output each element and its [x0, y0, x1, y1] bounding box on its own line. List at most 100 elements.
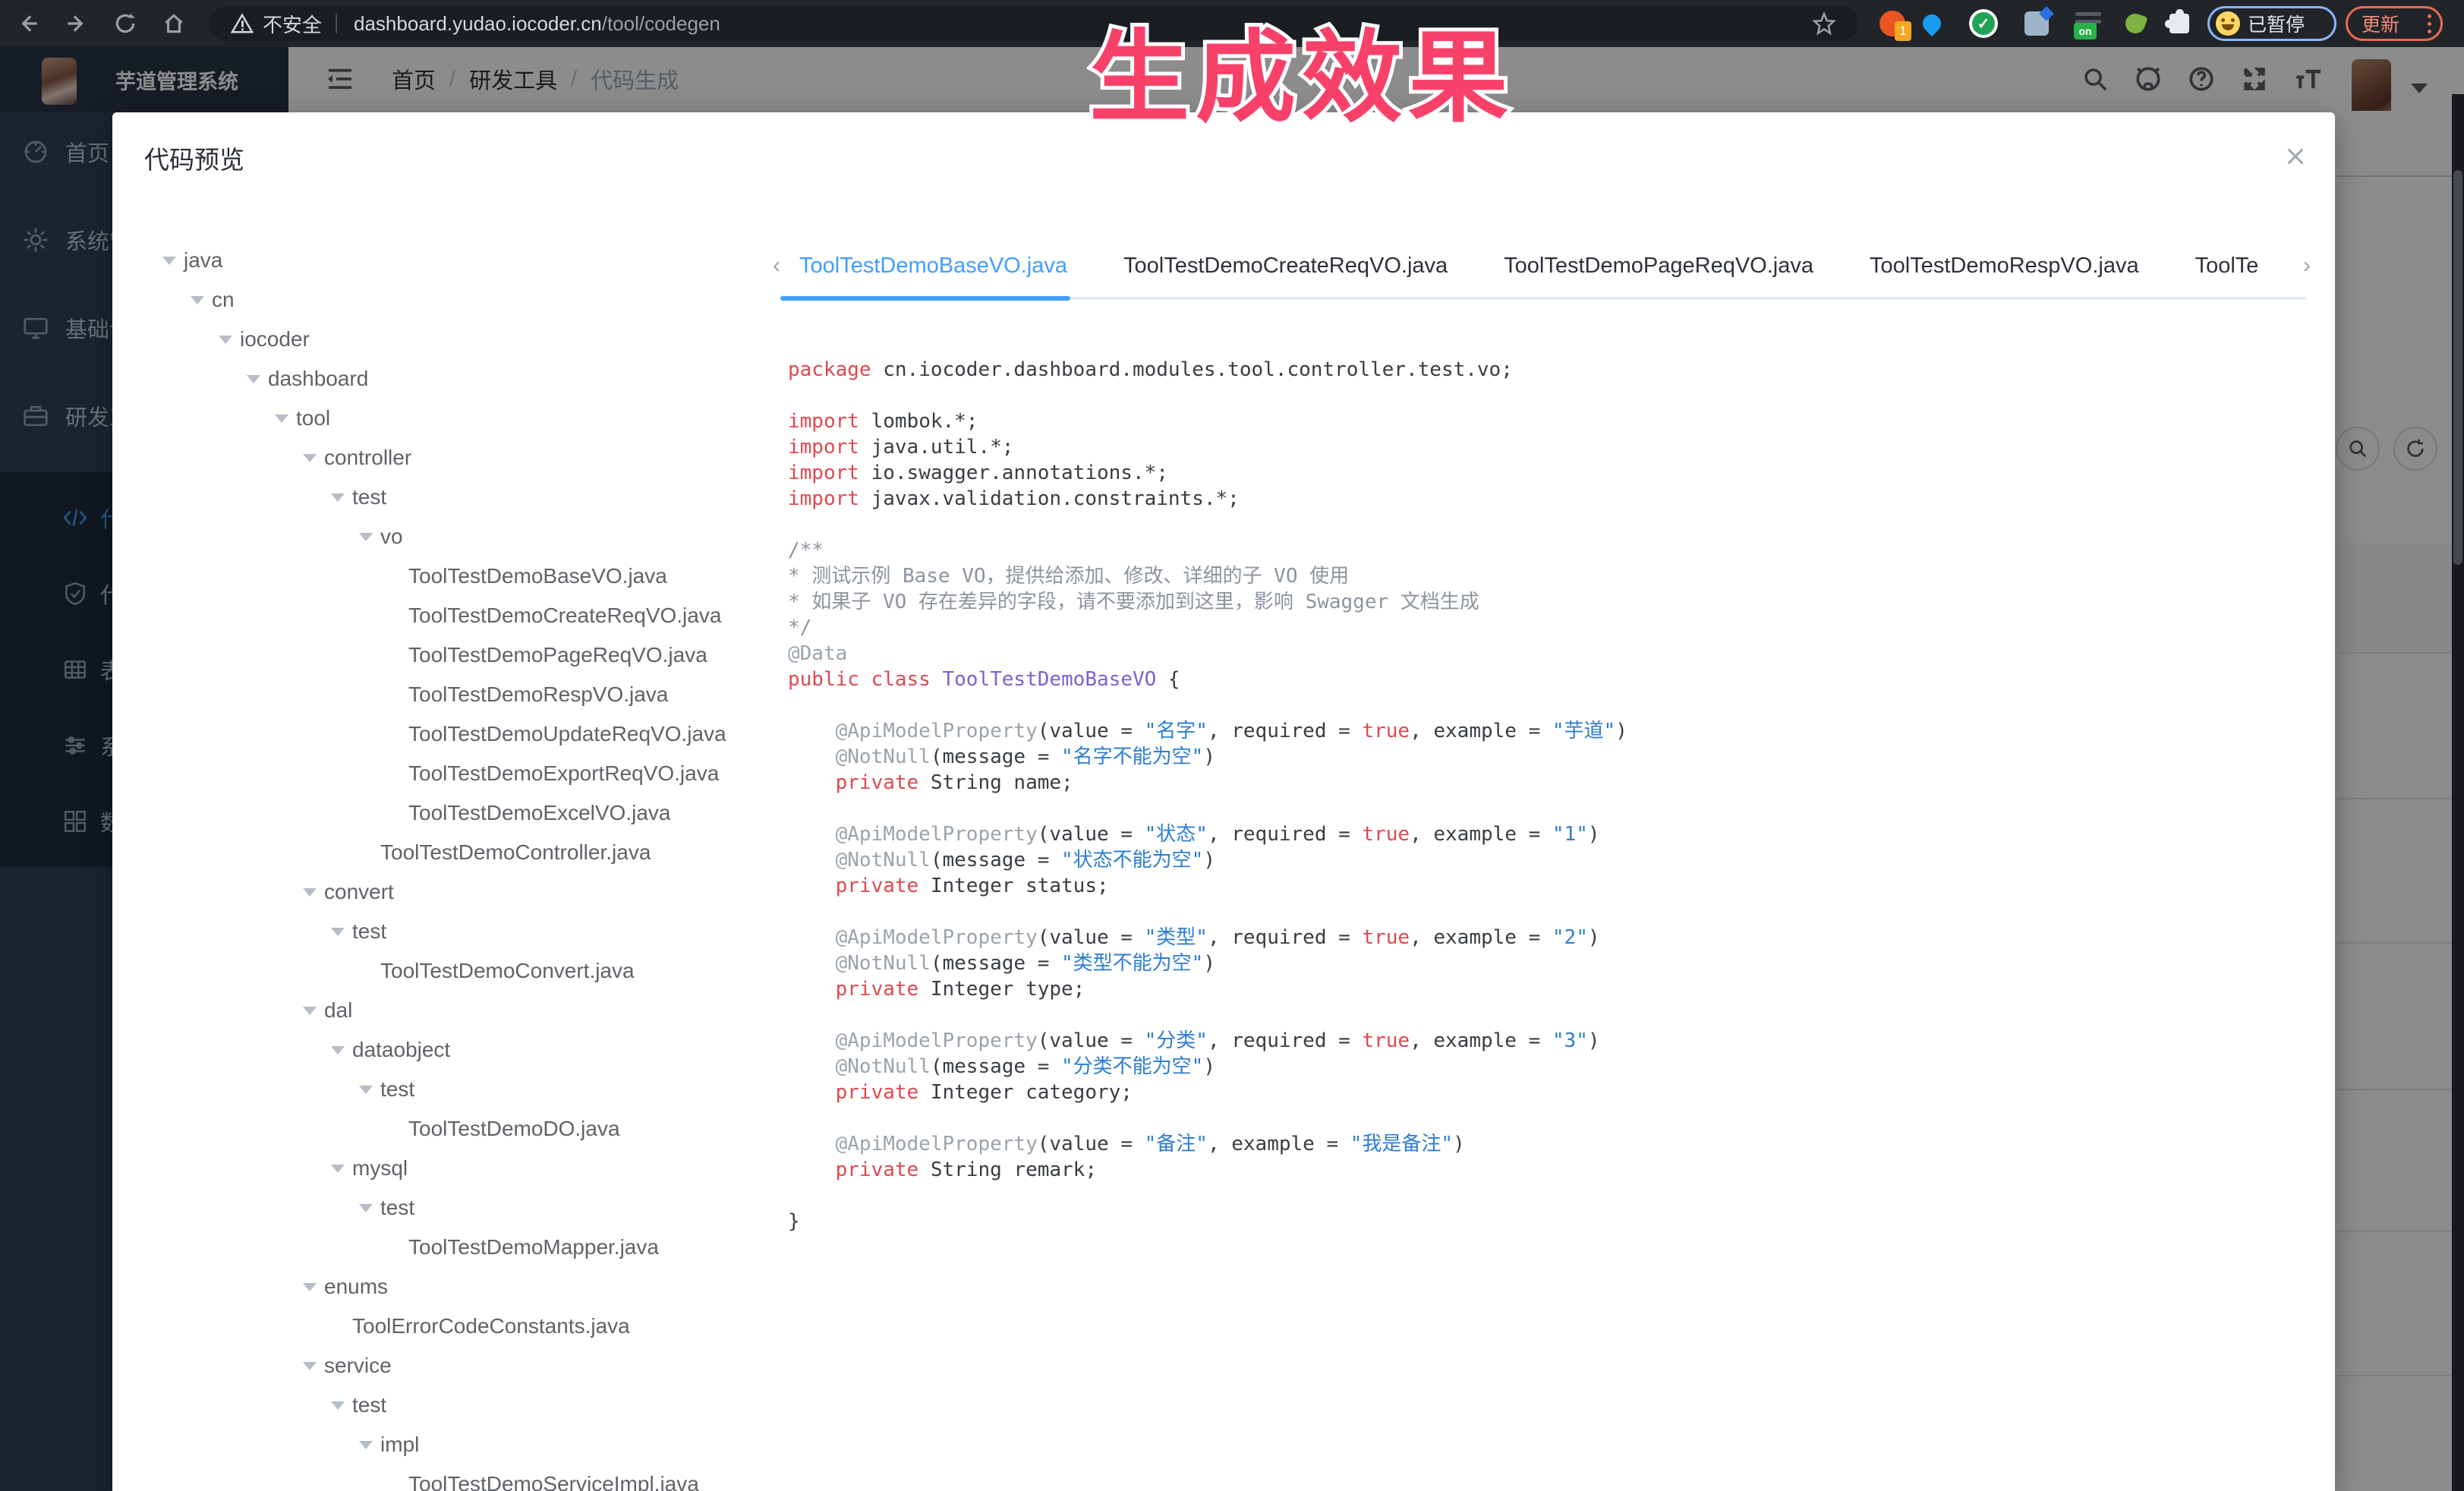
- scrollbar-thumb[interactable]: [2453, 170, 2462, 565]
- tree-folder-item[interactable]: mysql: [112, 1149, 773, 1188]
- tree-file-item[interactable]: ToolTestDemoRespVO.java: [112, 675, 773, 714]
- tree-caret-icon: [387, 612, 408, 620]
- tree-caret-icon[interactable]: [247, 375, 268, 383]
- code-line: private String remark;: [788, 1157, 2321, 1183]
- tree-folder-item[interactable]: impl: [112, 1425, 773, 1464]
- tree-file-item[interactable]: ToolTestDemoController.java: [112, 833, 773, 872]
- tree-caret-icon[interactable]: [303, 454, 324, 462]
- extension-orange-icon[interactable]: 1: [1876, 8, 1908, 39]
- tree-caret-icon[interactable]: [331, 928, 352, 936]
- extension-green-icon[interactable]: ✓: [1968, 8, 1999, 39]
- tree-item-label: dataobject: [352, 1038, 450, 1062]
- tree-caret-icon[interactable]: [359, 533, 380, 541]
- bookmark-star-icon[interactable]: [1811, 11, 1837, 42]
- close-icon[interactable]: [2282, 143, 2309, 170]
- code-line: [788, 1002, 2321, 1028]
- tree-caret-icon[interactable]: [359, 1204, 380, 1212]
- tree-folder-item[interactable]: dal: [112, 991, 773, 1030]
- tree-folder-item[interactable]: test: [112, 912, 773, 951]
- tree-folder-item[interactable]: test: [112, 478, 773, 517]
- tree-folder-item[interactable]: vo: [112, 517, 773, 556]
- tab-file[interactable]: ToolTestDemoBaseVO.java: [799, 243, 1067, 288]
- tree-file-item[interactable]: ToolTestDemoCreateReqVO.java: [112, 596, 773, 635]
- tab-file[interactable]: ToolTestDemoCreateReqVO.java: [1123, 243, 1448, 288]
- tree-caret-icon[interactable]: [331, 1046, 352, 1054]
- tree-folder-item[interactable]: cn: [112, 280, 773, 320]
- reload-icon[interactable]: [109, 8, 141, 39]
- tree-item-label: ToolTestDemoBaseVO.java: [408, 564, 667, 588]
- code-line: import io.swagger.annotations.*;: [788, 460, 2321, 486]
- tree-file-item[interactable]: ToolTestDemoUpdateReqVO.java: [112, 714, 773, 754]
- tree-caret-icon[interactable]: [162, 257, 184, 265]
- tree-file-item[interactable]: ToolTestDemoDO.java: [112, 1109, 773, 1149]
- tree-folder-item[interactable]: dataobject: [112, 1030, 773, 1070]
- code-line: * 测试示例 Base VO，提供给添加、修改、详细的子 VO 使用: [788, 563, 2321, 589]
- tree-folder-item[interactable]: controller: [112, 438, 773, 478]
- code-line: [788, 383, 2321, 408]
- tree-file-item[interactable]: ToolTestDemoMapper.java: [112, 1228, 773, 1267]
- tree-folder-item[interactable]: test: [112, 1385, 773, 1425]
- extension-gray-icon[interactable]: [2021, 8, 2053, 39]
- tree-caret-icon[interactable]: [275, 415, 296, 423]
- tree-file-item[interactable]: ToolErrorCodeConstants.java: [112, 1307, 773, 1346]
- code-viewer[interactable]: package cn.iocoder.dashboard.modules.too…: [788, 357, 2321, 1480]
- tree-file-item[interactable]: ToolTestDemoExportReqVO.java: [112, 754, 773, 793]
- tree-caret-icon[interactable]: [331, 1165, 352, 1173]
- tabs-scroll-right-icon[interactable]: ›: [2303, 243, 2311, 288]
- tree-file-item[interactable]: ToolTestDemoConvert.java: [112, 951, 773, 991]
- tree-item-label: test: [352, 1393, 386, 1417]
- tree-folder-item[interactable]: tool: [112, 399, 773, 438]
- tab-file[interactable]: ToolTestDemoRespVO.java: [1870, 243, 2139, 288]
- tree-item-label: controller: [324, 446, 411, 470]
- tree-file-item[interactable]: ToolTestDemoExcelVO.java: [112, 793, 773, 833]
- tree-item-label: enums: [324, 1275, 388, 1299]
- tree-file-item[interactable]: ToolTestDemoPageReqVO.java: [112, 635, 773, 675]
- tree-folder-item[interactable]: convert: [112, 872, 773, 912]
- tree-caret-icon[interactable]: [303, 1283, 324, 1291]
- tree-caret-icon: [387, 691, 408, 699]
- home-icon[interactable]: [158, 8, 190, 39]
- code-line: public class ToolTestDemoBaseVO {: [788, 667, 2321, 692]
- tree-caret-icon[interactable]: [303, 888, 324, 897]
- tabs-active-underline: [780, 296, 1070, 301]
- browser-update-button[interactable]: 更新: [2346, 6, 2443, 41]
- browser-menu-icon[interactable]: [2428, 14, 2431, 33]
- tree-caret-icon[interactable]: [303, 1007, 324, 1015]
- tree-folder-item[interactable]: test: [112, 1188, 773, 1228]
- tree-item-label: ToolTestDemoExportReqVO.java: [408, 761, 719, 786]
- extension-on-icon[interactable]: on: [2072, 8, 2104, 39]
- tab-file[interactable]: ToolTe: [2195, 243, 2259, 288]
- code-line: }: [788, 1209, 2321, 1234]
- tree-caret-icon[interactable]: [303, 1362, 324, 1370]
- extension-pin-icon[interactable]: [1916, 8, 1948, 39]
- tab-file[interactable]: ToolTestDemoPageReqVO.java: [1504, 243, 1813, 288]
- extensions-puzzle-icon[interactable]: [2163, 8, 2195, 39]
- tree-item-label: ToolTestDemoController.java: [380, 840, 651, 865]
- warning-icon[interactable]: [231, 12, 254, 35]
- tree-caret-icon[interactable]: [359, 1441, 380, 1449]
- tree-caret-icon[interactable]: [331, 1401, 352, 1410]
- tree-caret-icon[interactable]: [331, 493, 352, 502]
- tree-caret-icon[interactable]: [191, 296, 212, 304]
- profile-paused-badge[interactable]: 已暂停: [2207, 6, 2336, 41]
- tree-folder-item[interactable]: enums: [112, 1267, 773, 1307]
- tree-folder-item[interactable]: dashboard: [112, 359, 773, 399]
- code-line: [788, 1105, 2321, 1131]
- tree-file-item[interactable]: ToolTestDemoServiceImpl.java: [112, 1464, 773, 1491]
- forward-icon[interactable]: [61, 8, 93, 39]
- code-line: [788, 1183, 2321, 1209]
- tree-file-item[interactable]: ToolTestDemoBaseVO.java: [112, 556, 773, 596]
- tree-folder-item[interactable]: iocoder: [112, 320, 773, 359]
- extension-leaf-icon[interactable]: [2119, 8, 2151, 39]
- tree-caret-icon[interactable]: [219, 336, 240, 344]
- tree-folder-item[interactable]: java: [112, 241, 773, 280]
- browser-scrollbar[interactable]: [2452, 94, 2464, 1491]
- tabs-scroll-left-icon[interactable]: ‹: [773, 243, 780, 288]
- tree-folder-item[interactable]: test: [112, 1070, 773, 1109]
- screenshot-stage: 不安全 dashboard.yudao.iocoder.cn/tool/code…: [0, 0, 2464, 1491]
- back-icon[interactable]: [12, 8, 44, 39]
- tree-folder-item[interactable]: service: [112, 1346, 773, 1385]
- tree-item-label: service: [324, 1354, 392, 1378]
- tree-caret-icon[interactable]: [359, 1086, 380, 1094]
- tree-caret-icon: [387, 1125, 408, 1133]
